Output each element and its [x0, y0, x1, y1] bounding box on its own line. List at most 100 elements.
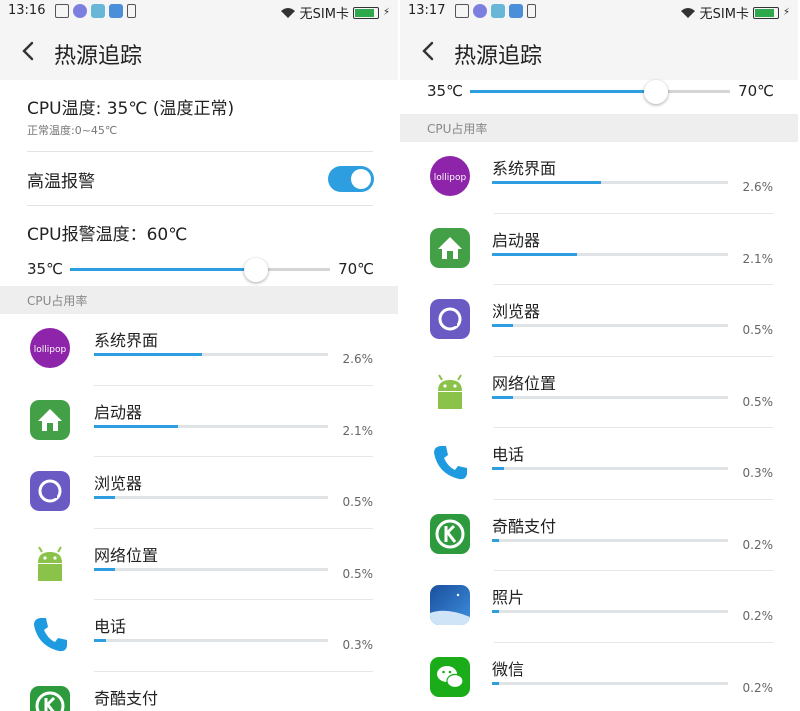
- notification-icons: [55, 4, 136, 18]
- cpu-usage-list: lollipop 系统界面 2.6% 启动器 2.1% 浏览器 0.5% 网络位置 0.5% 电话…: [400, 142, 798, 711]
- app-name: 系统界面: [492, 159, 557, 178]
- usage-bar-fill: [492, 395, 514, 399]
- slider-fill: [70, 268, 256, 271]
- svg-text:lollipop: lollipop: [434, 173, 467, 183]
- alarm-temperature-slider[interactable]: 35℃ 70℃: [0, 254, 398, 284]
- back-arrow-icon[interactable]: [18, 40, 40, 62]
- status-right: 无SIM卡 ⚡: [680, 3, 790, 22]
- cpu-usage-item[interactable]: 电话 0.3%: [0, 600, 398, 672]
- usage-percent: 0.5%: [342, 566, 374, 581]
- cpu-usage-item[interactable]: 网络位置 0.5%: [0, 529, 398, 600]
- usage-percent: 0.2%: [742, 609, 774, 623]
- lollipop-icon: lollipop: [30, 328, 70, 368]
- usage-bar: [492, 395, 728, 399]
- normal-temperature-range: 正常温度:0~45℃: [27, 124, 118, 137]
- launcher-home-icon: [30, 399, 70, 440]
- launcher-home-icon: [430, 227, 470, 268]
- slider-min-label: 35℃: [427, 82, 463, 100]
- status-bar: 13:16 无SIM卡 ⚡: [0, 0, 398, 22]
- cpu-usage-item[interactable]: 启动器 2.1%: [0, 386, 398, 457]
- cpu-usage-item[interactable]: 奇酷支付 0.2%: [400, 500, 798, 571]
- usage-percent: 2.6%: [742, 180, 774, 194]
- usage-percent: 0.5%: [742, 323, 774, 337]
- usage-bar-fill: [492, 681, 500, 685]
- app-name: 网络位置: [94, 545, 159, 565]
- high-temp-alarm-label: 高温报警: [27, 172, 95, 192]
- alarm-temperature-label: CPU报警温度：60℃: [27, 225, 188, 245]
- download-icon: [91, 4, 105, 18]
- usage-percent: 0.5%: [742, 394, 774, 409]
- app-name: 浏览器: [94, 474, 143, 493]
- svg-text:lollipop: lollipop: [34, 345, 67, 355]
- usage-bar: [492, 610, 728, 613]
- usage-bar-fill: [492, 181, 601, 184]
- app-name: 奇酷支付: [492, 516, 557, 536]
- toggle-knob: [351, 169, 371, 189]
- slider-max-label: 70℃: [738, 82, 774, 100]
- status-time: 13:16: [8, 3, 46, 18]
- title-bar: 热源追踪: [400, 22, 798, 80]
- app-name: 电话: [94, 617, 127, 636]
- app-name: 系统界面: [94, 331, 159, 350]
- title-bar: 热源追踪: [0, 22, 398, 80]
- battery-icon: [352, 6, 379, 19]
- app-name: 电话: [492, 445, 525, 464]
- high-temp-alarm-toggle[interactable]: [328, 166, 374, 192]
- usage-bar-fill: [492, 610, 500, 613]
- cpu-usage-item[interactable]: 浏览器 0.5%: [0, 457, 398, 529]
- slider-thumb[interactable]: [243, 258, 268, 282]
- cpu-usage-item[interactable]: 网络位置 0.5%: [400, 357, 798, 428]
- usage-bar-fill: [94, 424, 179, 428]
- alarm-temperature-slider[interactable]: 35℃ 70℃: [400, 80, 798, 114]
- cpu-usage-item[interactable]: 浏览器 0.5%: [400, 285, 798, 357]
- cpu-usage-item[interactable]: 照片 0.2%: [400, 571, 798, 643]
- assistant-icon: [473, 4, 487, 18]
- cpu-usage-item[interactable]: lollipop 系统界面 2.6%: [0, 314, 398, 386]
- app-name: 启动器: [492, 230, 541, 250]
- cpu-usage-item[interactable]: lollipop 系统界面 2.6%: [400, 142, 798, 214]
- photos-icon: [430, 585, 470, 625]
- usage-bar: [94, 353, 328, 356]
- sim-icon: [127, 4, 136, 18]
- status-right: 无SIM卡 ⚡: [280, 3, 390, 22]
- screenshot-icon: [55, 4, 69, 18]
- usage-percent: 2.1%: [742, 251, 774, 266]
- usage-bar-fill: [492, 252, 577, 256]
- screenshot-icon: [455, 4, 469, 18]
- usage-percent: 2.1%: [342, 423, 374, 438]
- usage-bar-fill: [492, 467, 504, 470]
- cpu-usage-header: CPU占用率: [0, 286, 398, 314]
- status-time: 13:17: [408, 3, 446, 18]
- cpu-usage-item[interactable]: 启动器 2.1%: [400, 214, 798, 285]
- page-title: 热源追踪: [54, 44, 143, 69]
- wifi-icon: [680, 7, 695, 18]
- usage-bar: [94, 424, 328, 428]
- usage-bar: [492, 252, 728, 256]
- phone-icon: [30, 614, 70, 654]
- page-title: 热源追踪: [454, 44, 543, 69]
- usage-bar: [94, 567, 328, 571]
- qiku-pay-icon: [30, 685, 70, 711]
- charging-icon: ⚡: [382, 7, 390, 18]
- browser-icon: [430, 299, 470, 339]
- slider-track[interactable]: [470, 80, 730, 104]
- cpu-usage-item[interactable]: 奇酷支付: [0, 672, 398, 711]
- slider-thumb[interactable]: [643, 80, 668, 104]
- cpu-usage-item[interactable]: 电话 0.3%: [400, 428, 798, 500]
- sim-icon: [527, 4, 536, 18]
- usage-percent: 0.2%: [742, 537, 774, 552]
- cpu-usage-header: CPU占用率: [400, 114, 798, 142]
- usage-bar: [492, 324, 728, 327]
- carrier-label: 无SIM卡: [299, 7, 349, 22]
- usage-percent: 0.3%: [742, 466, 774, 480]
- battery-icon: [752, 6, 779, 19]
- browser-icon: [30, 471, 70, 511]
- slider-fill: [470, 90, 656, 93]
- usage-bar: [492, 538, 728, 542]
- cpu-temperature: CPU温度: 35℃ (温度正常) 正常温度:0~45℃: [0, 80, 398, 152]
- cpu-usage-item[interactable]: 微信 0.2%: [400, 643, 798, 711]
- app-name: 照片: [492, 588, 525, 607]
- back-arrow-icon[interactable]: [418, 40, 440, 62]
- slider-track[interactable]: [70, 258, 330, 282]
- usage-bar-fill: [94, 639, 106, 642]
